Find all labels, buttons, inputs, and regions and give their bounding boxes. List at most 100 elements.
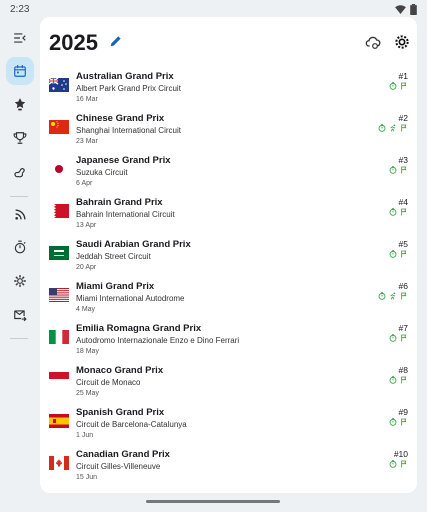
status-time: 2:23 (10, 3, 30, 15)
round-number: #5 (398, 239, 408, 249)
country-flag-mc (49, 372, 69, 386)
race-name: Canadian Grand Prix (76, 449, 170, 460)
country-flag-cn (49, 120, 69, 134)
race-name: Chinese Grand Prix (76, 113, 165, 124)
nav-standings[interactable] (6, 90, 34, 118)
battery-icon (410, 3, 417, 15)
race-name: Miami Grand Prix (76, 281, 155, 292)
country-flag-bh (49, 204, 69, 218)
race-flag-icon (401, 82, 407, 90)
race-status-icons (389, 208, 408, 216)
country-flag-ca (49, 456, 69, 470)
country-flag-jp (49, 162, 69, 176)
race-date: 15 Jun (76, 474, 98, 481)
cloud-refresh-button[interactable] (365, 34, 383, 52)
country-flag-it (49, 330, 69, 344)
race-time-icon (389, 82, 397, 90)
settings-button[interactable] (394, 34, 412, 52)
edit-pencil-icon (110, 36, 121, 47)
race-date: 18 May (76, 348, 99, 355)
trophy-icon (13, 132, 27, 144)
race-date: 20 Apr (76, 264, 97, 271)
race-row[interactable]: Miami Grand Prix Miami International Auto… (40, 279, 417, 321)
round-number: #7 (398, 323, 408, 333)
race-row[interactable]: Saudi Arabian Grand Prix Jeddah Street Ci… (40, 237, 417, 279)
circuit-name: Suzuka Circuit (76, 168, 128, 177)
race-name: Spanish Grand Prix (76, 407, 165, 418)
status-icons (395, 3, 417, 15)
race-time-icon (378, 124, 386, 132)
home-indicator[interactable] (146, 500, 280, 503)
circuit-name: Bahrain International Circuit (76, 210, 175, 219)
race-name: Australian Grand Prix (76, 71, 174, 82)
race-row[interactable]: Bahrain Grand Prix Bahrain International … (40, 195, 417, 237)
forward-email-icon (14, 310, 27, 322)
navigation-rail (0, 18, 38, 512)
sprint-icon (390, 292, 396, 300)
nav-feedback[interactable] (6, 301, 34, 329)
race-status-icons (389, 418, 408, 426)
circuit-name: Circuit Gilles-Villeneuve (76, 462, 161, 471)
race-time-icon (389, 166, 397, 174)
race-time-icon (378, 292, 386, 300)
round-number: #3 (398, 155, 408, 165)
race-date: 23 Mar (76, 138, 98, 145)
race-flag-icon (401, 124, 407, 132)
cloud-sync-icon (365, 36, 381, 49)
settings-icon (395, 35, 409, 49)
nav-trophy[interactable] (6, 124, 34, 152)
settings-gear-icon (14, 275, 26, 287)
race-date: 1 Jun (76, 432, 94, 439)
race-row[interactable]: Japanese Grand Prix Suzuka Circuit 6 Apr #3 (40, 153, 417, 195)
schedule-panel: 2025 Australian Grand Prix Albert Park Gr… (40, 17, 417, 493)
race-time-icon (389, 418, 397, 426)
race-flag-icon (401, 292, 407, 300)
race-name: Monaco Grand Prix (76, 365, 164, 376)
race-flag-icon (401, 418, 407, 426)
race-row[interactable]: Chinese Grand Prix Shanghai International… (40, 111, 417, 153)
race-date: 25 May (76, 390, 99, 397)
race-name: Emilia Romagna Grand Prix (76, 323, 202, 334)
circuit-name: Albert Park Grand Prix Circuit (76, 84, 181, 93)
nav-live-timing[interactable] (6, 233, 34, 261)
race-date: 13 Apr (76, 222, 97, 229)
rss-feed-icon (14, 208, 26, 220)
edit-season-button[interactable] (109, 34, 125, 50)
status-bar: 2:23 (0, 0, 427, 18)
country-flag-es (49, 414, 69, 428)
round-number: #10 (393, 449, 408, 459)
round-number: #2 (398, 113, 408, 123)
nav-news[interactable] (6, 200, 34, 228)
race-row[interactable]: Monaco Grand Prix Circuit de Monaco 25 May… (40, 363, 417, 405)
sprint-icon (390, 124, 396, 132)
race-flag-icon (401, 208, 407, 216)
round-number: #1 (398, 71, 408, 81)
race-status-icons (389, 460, 408, 468)
circuit-name: Shanghai International Circuit (76, 126, 181, 135)
race-row[interactable]: Australian Grand Prix Albert Park Grand P… (40, 69, 417, 111)
race-status-icons (378, 124, 408, 132)
race-row[interactable]: Canadian Grand Prix Circuit Gilles-Villen… (40, 447, 417, 489)
race-flag-icon (401, 250, 407, 258)
nav-settings[interactable] (6, 267, 34, 295)
race-time-icon (389, 460, 397, 468)
race-status-icons (389, 82, 408, 90)
race-date: 16 Mar (76, 96, 98, 103)
calendar-icon (14, 65, 26, 77)
race-row[interactable]: Emilia Romagna Grand Prix Autodromo Inter… (40, 321, 417, 363)
race-flag-icon (401, 460, 407, 468)
round-number: #8 (398, 365, 408, 375)
nav-schedule[interactable] (6, 57, 34, 85)
race-time-icon (389, 376, 397, 384)
race-name: Japanese Grand Prix (76, 155, 171, 166)
circuit-name: Circuit de Monaco (76, 378, 141, 387)
circuit-name: Autodromo Internazionale Enzo e Dino Fer… (76, 336, 240, 345)
nav-circuits[interactable] (6, 158, 34, 186)
country-flag-us (49, 288, 69, 302)
race-name: Bahrain Grand Prix (76, 197, 163, 208)
race-row[interactable]: Spanish Grand Prix Circuit de Barcelona-C… (40, 405, 417, 447)
menu-collapse-button[interactable] (6, 24, 34, 52)
round-number: #4 (398, 197, 408, 207)
standings-star-icon (14, 98, 26, 111)
race-status-icons (389, 166, 408, 174)
